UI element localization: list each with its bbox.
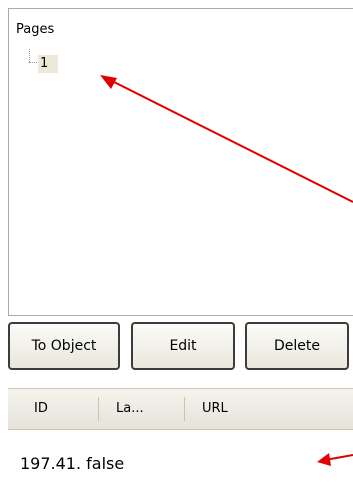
annotation-arrowhead xyxy=(317,453,331,466)
annotation-arrow-line xyxy=(107,78,353,203)
annotation-arrows xyxy=(100,75,353,466)
annotation-arrowhead xyxy=(100,75,117,89)
annotation-arrow-to-tree-node xyxy=(100,75,353,203)
annotation-arrow-to-list-row xyxy=(317,453,353,466)
